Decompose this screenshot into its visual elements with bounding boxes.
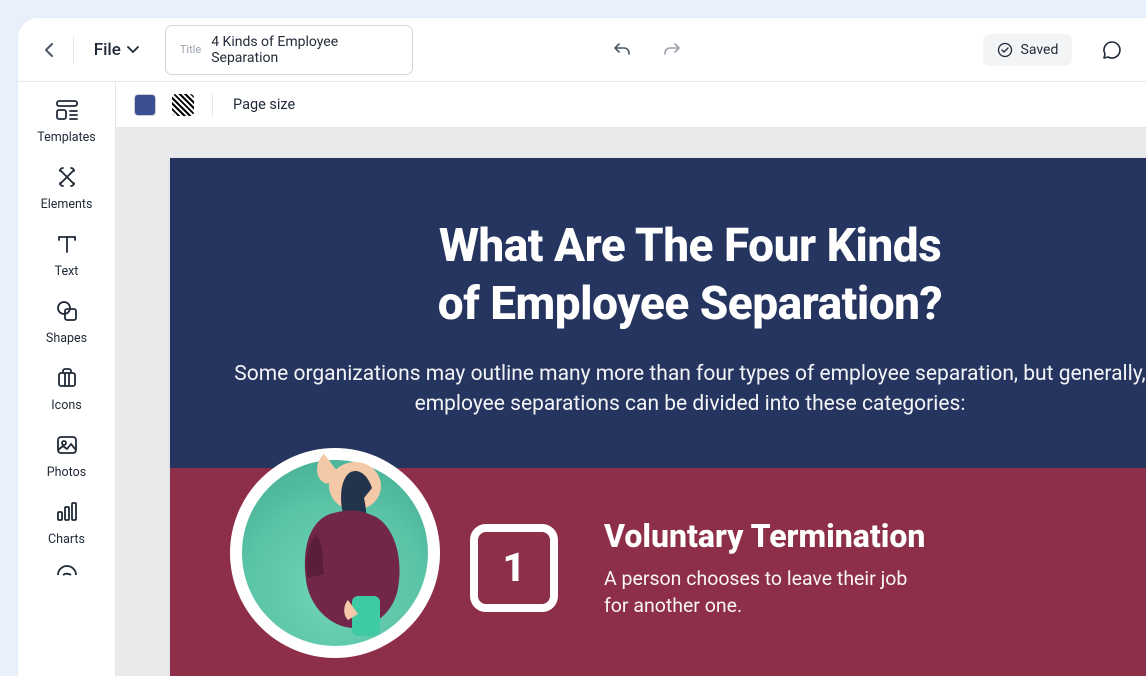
title-text: 4 Kinds of Employee Separation	[211, 34, 398, 66]
divider	[73, 36, 74, 64]
title-input[interactable]: Title 4 Kinds of Employee Separation	[165, 25, 413, 75]
sidebar-item-label: Photos	[47, 465, 86, 480]
text-icon	[53, 230, 81, 258]
pattern-swatch[interactable]	[172, 94, 194, 116]
fill-color-swatch[interactable]	[134, 94, 156, 116]
sidebar-item-icons[interactable]: Icons	[18, 364, 115, 413]
section1-title[interactable]: Voluntary Termination	[604, 517, 925, 555]
hero-title-line2: of Employee Separation?	[438, 277, 942, 331]
section1-body[interactable]: A person chooses to leave their job for …	[604, 565, 925, 620]
saved-label: Saved	[1021, 42, 1059, 58]
elements-icon	[53, 163, 81, 191]
sidebar-item-charts[interactable]: Charts	[18, 498, 115, 547]
title-prefix: Title	[180, 43, 201, 56]
sidebar-item-shapes[interactable]: Shapes	[18, 297, 115, 346]
check-circle-icon	[997, 42, 1013, 58]
app-window: File Title 4 Kinds of Employee Separatio…	[18, 18, 1146, 676]
comment-button[interactable]	[1100, 35, 1124, 65]
hero-section[interactable]: What Are The Four Kinds of Employee Sepa…	[170, 158, 1146, 468]
back-button[interactable]	[40, 38, 59, 62]
section1-illustration[interactable]	[230, 478, 450, 658]
globe-icon	[53, 561, 81, 589]
topbar: File Title 4 Kinds of Employee Separatio…	[18, 18, 1146, 82]
main: Templates Elements Text Shapes	[18, 82, 1146, 676]
file-menu-label: File	[94, 40, 121, 60]
section1-number-card[interactable]: 1	[470, 524, 558, 612]
canvas[interactable]: What Are The Four Kinds of Employee Sepa…	[116, 128, 1146, 676]
hero-subtitle[interactable]: Some organizations may outline many more…	[230, 359, 1146, 420]
canvas-column: Page size What Are The Four Kinds of Emp…	[116, 82, 1146, 676]
divider	[212, 93, 213, 117]
shapes-icon	[53, 297, 81, 325]
sidebar-item-templates[interactable]: Templates	[18, 96, 115, 145]
sidebar-item-photos[interactable]: Photos	[18, 431, 115, 480]
templates-icon	[53, 96, 81, 124]
person-illustration	[260, 440, 440, 660]
sidebar-item-label: Shapes	[46, 331, 87, 346]
document[interactable]: What Are The Four Kinds of Employee Sepa…	[170, 158, 1146, 676]
sidebar-item-label: Charts	[48, 532, 85, 547]
section-1[interactable]: 1 Voluntary Termination A person chooses…	[170, 468, 1146, 676]
charts-icon	[53, 498, 81, 526]
photos-icon	[53, 431, 81, 459]
chevron-down-icon	[127, 46, 139, 54]
hero-title[interactable]: What Are The Four Kinds of Employee Sepa…	[230, 218, 1146, 333]
sidebar-item-label: Elements	[41, 197, 93, 212]
section1-text[interactable]: Voluntary Termination A person chooses t…	[604, 517, 925, 620]
icons-icon	[53, 364, 81, 392]
hero-title-line1: What Are The Four Kinds	[439, 219, 941, 273]
sidebar-item-elements[interactable]: Elements	[18, 163, 115, 212]
sidebar-item-text[interactable]: Text	[18, 230, 115, 279]
sidebar-item-label: Icons	[51, 398, 81, 413]
undo-button[interactable]	[612, 36, 634, 64]
section1-number: 1	[502, 544, 525, 591]
chat-icon	[1101, 39, 1123, 61]
options-bar: Page size	[116, 82, 1146, 128]
saved-indicator[interactable]: Saved	[983, 34, 1073, 66]
page-size-button[interactable]: Page size	[233, 96, 295, 113]
sidebar-item-label: Text	[55, 264, 79, 279]
redo-button[interactable]	[660, 36, 682, 64]
sidebar: Templates Elements Text Shapes	[18, 82, 116, 676]
sidebar-item-more[interactable]	[18, 561, 115, 589]
sidebar-item-label: Templates	[37, 130, 95, 145]
file-menu[interactable]: File	[88, 36, 145, 64]
